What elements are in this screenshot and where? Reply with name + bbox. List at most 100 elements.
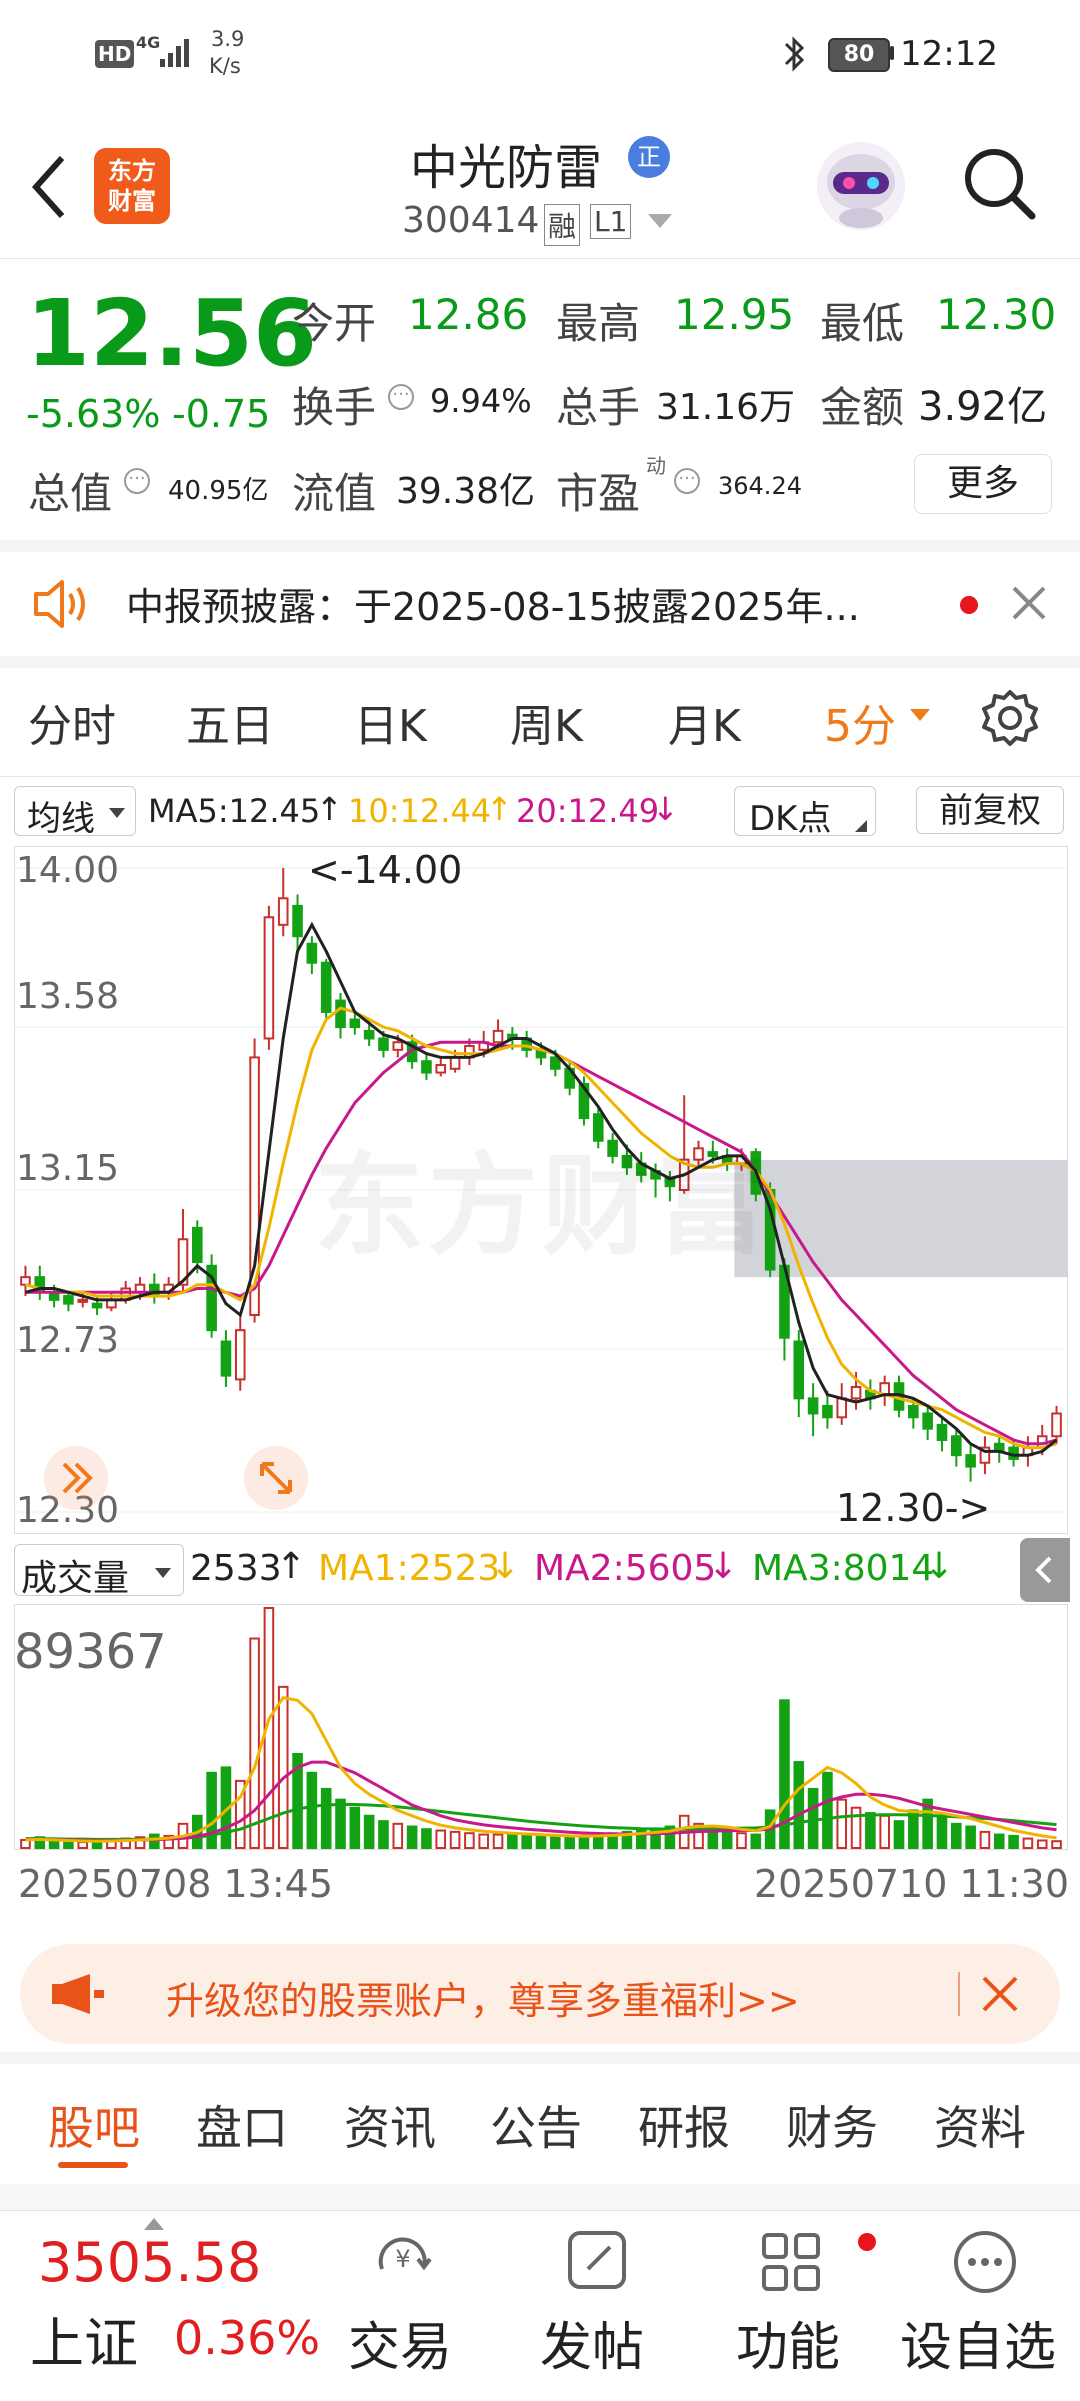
adjust-button[interactable]: 前复权 (916, 786, 1064, 834)
yen-cycle-icon: ¥ (368, 2229, 438, 2293)
info-icon[interactable]: ··· (674, 468, 700, 494)
candle-body (91, 1302, 103, 1309)
tab-forum[interactable]: 股吧 (48, 2092, 140, 2158)
promo-banner[interactable]: 升级您的股票账户，尊享多重福利>> (20, 1944, 1060, 2044)
pe-label: 市盈 (556, 469, 641, 518)
volume-bar (893, 1820, 905, 1850)
close-icon[interactable] (1010, 584, 1048, 626)
app-logo[interactable]: 东方 财富 (94, 148, 170, 224)
trade-label: 交易 (348, 2318, 453, 2378)
tab-financials[interactable]: 财务 (786, 2092, 878, 2158)
net-speed: 3.9 (211, 27, 245, 51)
tab-news[interactable]: 资讯 (344, 2092, 436, 2158)
candle-body (965, 1454, 976, 1468)
volume-selector[interactable]: 成交量 (14, 1544, 184, 1599)
back-icon[interactable] (28, 152, 68, 226)
grid-icon (760, 2231, 822, 2297)
promo-text[interactable]: 升级您的股票账户，尊享多重福利>> (166, 1970, 800, 2025)
assistant-avatar[interactable] (815, 140, 907, 232)
active-tab-indicator (58, 2162, 128, 2168)
ma5-arrow: ↑ (316, 790, 343, 828)
tab-dropdown-icon[interactable] (910, 708, 930, 727)
dk-button[interactable]: DK点 (734, 786, 876, 839)
notification-dot (858, 2233, 876, 2251)
settings-gear-icon[interactable] (980, 688, 1040, 752)
volume-bar (492, 1833, 504, 1849)
expand-chart-button[interactable] (44, 1446, 108, 1510)
y-tick-label: 13.58 (16, 976, 120, 1017)
tab-five-day[interactable]: 五日 (186, 690, 274, 754)
close-icon[interactable] (980, 1974, 1020, 2018)
volume-bar (535, 1834, 547, 1850)
info-icon[interactable]: ··· (388, 384, 414, 410)
search-icon[interactable] (960, 144, 1040, 228)
volume-bar (392, 1822, 404, 1849)
candle-body (335, 999, 346, 1029)
tab-weekly-k[interactable]: 周K (510, 690, 583, 754)
volume-bar (578, 1834, 590, 1850)
volume-bar (349, 1806, 361, 1849)
collapse-panel-button[interactable] (1020, 1538, 1070, 1602)
volume-bar (48, 1840, 60, 1850)
volume-bar (1051, 1840, 1062, 1850)
candle-body (1051, 1412, 1062, 1438)
info-icon[interactable]: ··· (124, 468, 150, 494)
candle-body (306, 942, 318, 964)
volume-value: 31.16万 (656, 387, 796, 428)
volume-chart[interactable]: 89367 (14, 1604, 1068, 1850)
candle-body (363, 1029, 375, 1040)
high-marker: <-14.00 (308, 848, 463, 892)
volume-bar (277, 1685, 289, 1849)
tab-intraday[interactable]: 分时 (28, 690, 116, 754)
index-value[interactable]: 3505.58 (38, 2231, 261, 2294)
candle-body (392, 1041, 404, 1051)
notice-bar[interactable]: 中报预披露：于2025-08-15披露2025年... (0, 552, 1080, 656)
dropdown-icon[interactable] (648, 214, 672, 234)
amount-label: 金额 (820, 383, 905, 432)
volume-bar (736, 1832, 747, 1849)
ma20-value: 20:12.49 (516, 792, 660, 830)
volume-bar (449, 1830, 461, 1850)
volume-label: 总手 (556, 383, 641, 432)
high-value: 12.95 (674, 290, 795, 339)
candle-body (822, 1404, 833, 1419)
low-label: 最低 (820, 299, 905, 348)
volume-bar (378, 1820, 389, 1850)
tab-daily-k[interactable]: 日K (354, 690, 427, 754)
volume-bar (149, 1833, 160, 1849)
volume-ma1: MA1:2523 (318, 1548, 501, 1589)
candle-body (850, 1385, 862, 1400)
volume-bar (564, 1836, 575, 1850)
corner-arrow-icon (855, 817, 867, 836)
more-button[interactable]: 更多 (914, 454, 1052, 514)
tab-5min[interactable]: 5分 (824, 690, 896, 754)
volume-bar (936, 1814, 948, 1850)
post-button[interactable]: 发帖 (530, 2219, 660, 2389)
index-name[interactable]: 上证 (30, 2299, 138, 2378)
tab-orderbook[interactable]: 盘口 (196, 2092, 288, 2158)
volume-ma3: MA3:8014 (752, 1548, 935, 1589)
clock: 12:12 (900, 34, 998, 74)
ma-selector[interactable]: 均线 (14, 786, 136, 839)
tab-monthly-k[interactable]: 月K (668, 690, 741, 754)
y-tick-label: 14.00 (16, 850, 120, 891)
add-watchlist-button[interactable]: 设自选 (900, 2219, 1070, 2389)
volume-bar (979, 1830, 991, 1850)
change-amount: -0.75 (172, 392, 271, 436)
kline-chart[interactable]: 14.00 13.58 13.15 12.73 12.30 东方财富 <-14.… (14, 846, 1068, 1534)
fullscreen-button[interactable] (244, 1446, 308, 1510)
tab-research[interactable]: 研报 (638, 2092, 730, 2158)
functions-label: 功能 (736, 2318, 841, 2378)
trade-button[interactable]: ¥ 交易 (340, 2219, 470, 2389)
tab-profile[interactable]: 资料 (934, 2092, 1026, 2158)
functions-button[interactable]: 功能 (724, 2219, 876, 2389)
high-label: 最高 (556, 299, 641, 348)
open-value: 12.86 (408, 290, 529, 339)
notice-text[interactable]: 中报预披露：于2025-08-15披露2025年... (126, 576, 860, 631)
index-percent[interactable]: 0.36% (174, 2311, 320, 2365)
level-tag: L1 (590, 204, 632, 239)
candle-body (263, 916, 275, 1040)
selector-arrow-icon (155, 1565, 171, 1584)
volume-bar (965, 1825, 976, 1850)
tab-announcements[interactable]: 公告 (490, 2092, 582, 2158)
